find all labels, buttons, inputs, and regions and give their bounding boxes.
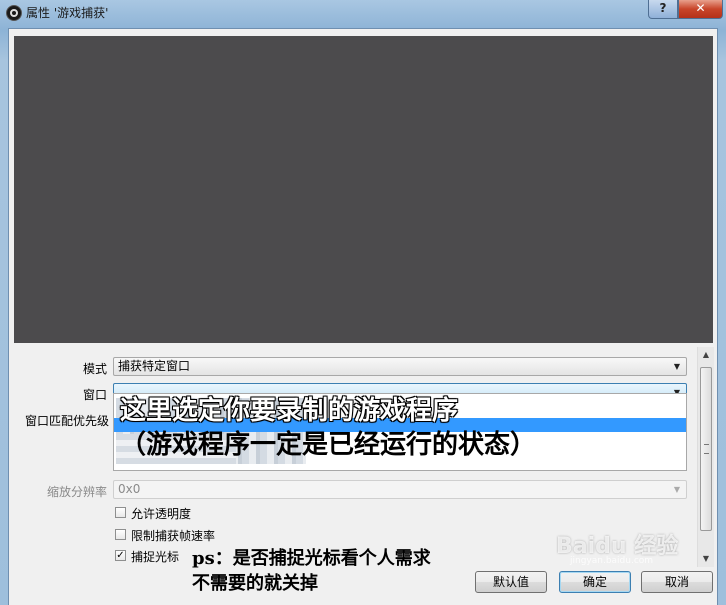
properties-window: 属性 '游戏捕获' ? ✕ 模式 捕获特定窗口 ▼ 窗口 ▼ 窗口匹配优先级 缩… [0,0,726,605]
scale-resolution-label: 缩放分辨率 [46,485,107,499]
scroll-thumb[interactable] [700,367,712,531]
mode-select-value: 捕获特定窗口 [118,359,191,373]
annotation-select-game: 这里选定你要录制的游戏程序 [120,396,459,426]
vertical-scrollbar[interactable]: ▲ ▼ [697,347,714,567]
mode-select[interactable]: 捕获特定窗口 ▼ [113,357,687,376]
limit-framerate-label: 限制捕获帧速率 [131,529,216,543]
help-button[interactable]: ? [648,0,678,19]
limit-framerate-checkbox[interactable] [115,529,126,540]
grip-icon [704,444,709,454]
close-button[interactable]: ✕ [678,0,723,19]
mode-label: 模式 [82,362,107,376]
cancel-button[interactable]: 取消 [641,571,713,593]
title-bar[interactable]: 属性 '游戏捕获' ? ✕ [0,0,726,26]
annotation-turn-off-note: 不需要的就关掉 [192,573,318,594]
scale-resolution-value: 0x0 [118,482,141,496]
capture-cursor-label: 捕捉光标 [131,550,180,564]
window-label: 窗口 [82,388,107,402]
preview-area [14,36,713,343]
capture-cursor-checkbox[interactable]: ✓ [115,550,126,561]
window-title: 属性 '游戏捕获' [26,6,109,20]
obs-logo-icon [6,5,22,21]
allow-transparency-checkbox[interactable] [115,507,126,518]
ok-button[interactable]: 确定 [559,571,631,593]
baidu-watermark-url: jingyan.baidu.com [570,556,654,566]
dialog-client-area: 模式 捕获特定窗口 ▼ 窗口 ▼ 窗口匹配优先级 缩放分辨率 0x0 ▼ 允许透… [8,28,718,605]
scroll-down-icon[interactable]: ▼ [698,551,714,567]
chevron-down-icon: ▼ [673,485,680,494]
defaults-button[interactable]: 默认值 [475,571,547,593]
annotation-cursor-note: ps：是否捕捉光标看个人需求 [192,548,431,569]
scale-resolution-select[interactable]: 0x0 ▼ [113,480,687,499]
scroll-up-icon[interactable]: ▲ [698,347,714,363]
checkmark-icon: ✓ [116,550,125,561]
allow-transparency-label: 允许透明度 [131,507,192,521]
chevron-down-icon: ▼ [673,362,680,371]
match-priority-label: 窗口匹配优先级 [24,414,109,428]
annotation-game-running: （游戏程序一定是已经运行的状态） [120,430,537,460]
